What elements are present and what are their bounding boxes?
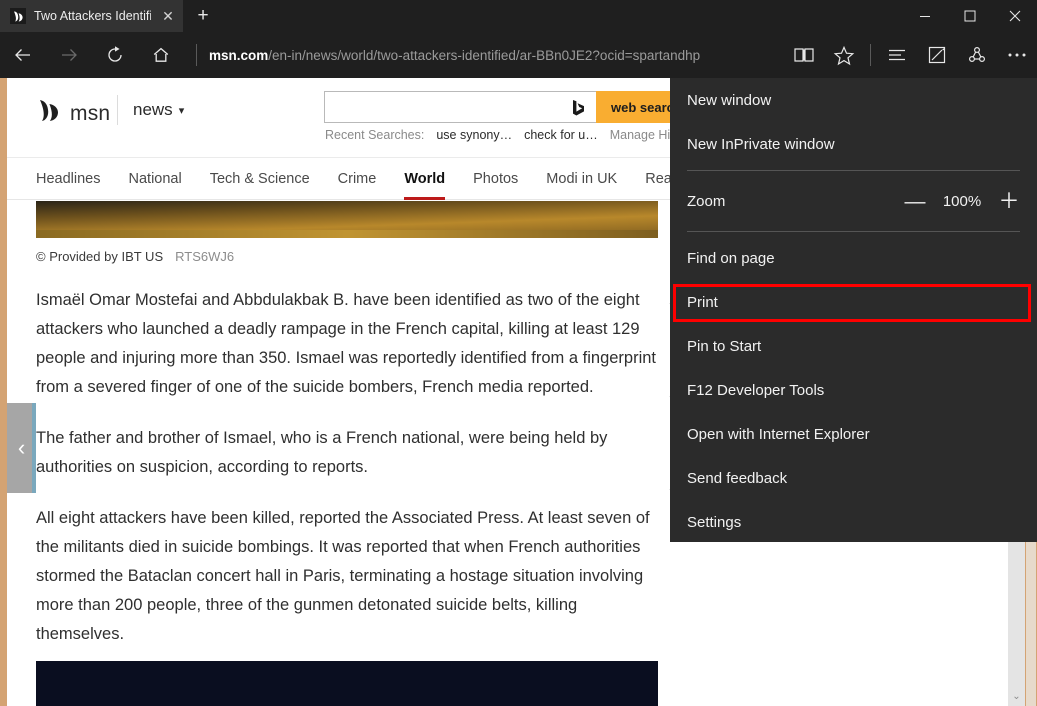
msn-logo-text: msn: [70, 102, 110, 126]
new-tab-button[interactable]: +: [183, 0, 223, 32]
navigation-bar: msn.com/en-in/news/world/two-attackers-i…: [0, 32, 1037, 78]
zoom-label: Zoom: [687, 193, 904, 210]
chevron-left-icon: ‹: [18, 437, 25, 459]
share-icon[interactable]: [957, 32, 997, 78]
address-path: /en-in/news/world/two-attackers-identifi…: [268, 48, 700, 63]
msn-butterfly-icon: [10, 8, 26, 24]
tab-title: Two Attackers Identified: [34, 9, 151, 23]
bing-icon[interactable]: [568, 99, 588, 116]
article-hero-image: [36, 201, 658, 238]
menu-item-new-inprivate-window[interactable]: New InPrivate window: [670, 122, 1037, 166]
menu-item-settings[interactable]: Settings: [670, 500, 1037, 544]
article-column: © Provided by IBT US RTS6WJ6 Ismaël Omar…: [7, 201, 669, 706]
menu-item-pin-to-start[interactable]: Pin to Start: [670, 324, 1037, 368]
recent-searches: Recent Searches: use synony… check for u…: [325, 128, 676, 142]
nav-tab-crime[interactable]: Crime: [338, 158, 377, 200]
browser-tab[interactable]: Two Attackers Identified ✕: [0, 0, 183, 32]
minimize-icon[interactable]: [902, 0, 947, 32]
menu-item-open-with-internet-explorer[interactable]: Open with Internet Explorer: [670, 412, 1037, 456]
nav-tab-photos[interactable]: Photos: [473, 158, 518, 200]
channel-dropdown[interactable]: news ▾: [133, 100, 184, 120]
home-icon[interactable]: [138, 32, 184, 78]
manage-history-link[interactable]: Manage His: [610, 128, 677, 142]
caption-image-id: RTS6WJ6: [175, 249, 234, 264]
tab-bar: Two Attackers Identified ✕ +: [0, 0, 1037, 32]
scroll-down-arrow-icon[interactable]: ⌄: [1008, 691, 1025, 702]
zoom-controls: — 100% ＋: [904, 191, 1020, 212]
msn-butterfly-logo-icon: [36, 98, 62, 129]
menu-item-send-feedback[interactable]: Send feedback: [670, 456, 1037, 500]
menu-item-zoom: Zoom — 100% ＋: [670, 175, 1037, 227]
nav-tab-national[interactable]: National: [129, 158, 182, 200]
search-input[interactable]: [333, 100, 568, 115]
recent-query-0[interactable]: use synony…: [436, 128, 512, 142]
article-paragraph-3: All eight attackers have been killed, re…: [36, 504, 666, 649]
chevron-down-icon: ▾: [179, 104, 185, 117]
page-left-border: [0, 78, 7, 706]
search-area: web search: [324, 91, 697, 123]
web-note-pencil-icon[interactable]: [917, 32, 957, 78]
address-bar[interactable]: msn.com/en-in/news/world/two-attackers-i…: [203, 48, 784, 63]
address-separator: [196, 44, 197, 66]
menu-item-print[interactable]: Print: [670, 280, 1037, 324]
close-icon[interactable]: ✕: [159, 9, 177, 23]
toolbar-separator: [870, 44, 871, 66]
zoom-out-button[interactable]: —: [904, 191, 926, 212]
caption-credit: © Provided by IBT US: [36, 249, 163, 264]
back-arrow-icon[interactable]: [0, 32, 46, 78]
forward-arrow-icon[interactable]: [46, 32, 92, 78]
menu-separator: [687, 231, 1020, 232]
article-body: Ismaël Omar Mostefai and Abbdulakbak B. …: [36, 286, 666, 706]
zoom-value: 100%: [942, 193, 982, 210]
window-controls: [902, 0, 1037, 32]
recent-searches-label: Recent Searches:: [325, 128, 424, 142]
msn-logo[interactable]: msn: [36, 98, 110, 129]
article-paragraph-2: The father and brother of Ismael, who is…: [36, 424, 666, 482]
star-icon[interactable]: [824, 32, 864, 78]
menu-item-f12-developer-tools[interactable]: F12 Developer Tools: [670, 368, 1037, 412]
search-box[interactable]: [324, 91, 596, 123]
zoom-in-button[interactable]: ＋: [998, 191, 1020, 212]
recent-query-1[interactable]: check for u…: [524, 128, 598, 142]
image-caption: © Provided by IBT US RTS6WJ6: [36, 249, 234, 264]
previous-article-slider[interactable]: ‹: [7, 403, 36, 493]
nav-tab-world[interactable]: World: [404, 158, 445, 200]
nav-tab-modi-in-uk[interactable]: Modi in UK: [546, 158, 617, 200]
nav-tab-tech-science[interactable]: Tech & Science: [210, 158, 310, 200]
photos-gallery-image[interactable]: [36, 661, 658, 706]
maximize-icon[interactable]: [947, 0, 992, 32]
address-host: msn.com: [209, 48, 268, 63]
article-paragraph-1: Ismaël Omar Mostefai and Abbdulakbak B. …: [36, 286, 666, 402]
book-icon[interactable]: [784, 32, 824, 78]
menu-separator: [687, 170, 1020, 171]
menu-item-new-window[interactable]: New window: [670, 78, 1037, 122]
hub-lines-icon[interactable]: [877, 32, 917, 78]
menu-item-find-on-page[interactable]: Find on page: [670, 236, 1037, 280]
close-window-icon[interactable]: [992, 0, 1037, 32]
more-ellipsis-icon[interactable]: [997, 32, 1037, 78]
refresh-icon[interactable]: [92, 32, 138, 78]
edge-browser-window: Two Attackers Identified ✕ +: [0, 0, 1037, 706]
toolbar-icons: [784, 32, 1037, 78]
msn-header-divider: [117, 95, 118, 125]
channel-label: news: [133, 100, 173, 120]
nav-tab-headlines[interactable]: Headlines: [36, 158, 101, 200]
edge-settings-menu: New window New InPrivate window Zoom — 1…: [670, 78, 1037, 542]
